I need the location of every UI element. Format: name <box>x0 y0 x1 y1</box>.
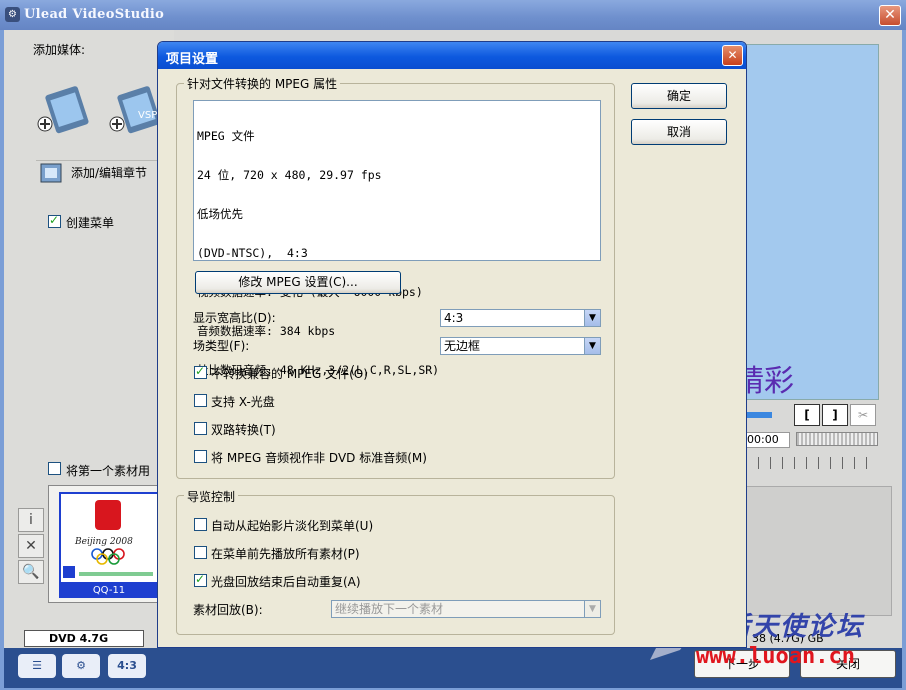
preview-screen <box>746 44 879 400</box>
property-line: 低场优先 <box>197 207 243 221</box>
first-clip-checkbox[interactable] <box>48 462 61 475</box>
aspect-ratio-value: 4:3 <box>444 311 464 325</box>
aspect-icon[interactable]: 4:3 <box>108 654 146 678</box>
beijing-text: Beijing 2008 <box>74 537 133 547</box>
two-pass-label: 双路转换(T) <box>211 423 276 437</box>
create-menu-checkbox[interactable] <box>48 213 61 228</box>
xdisc-checkbox[interactable] <box>194 394 207 407</box>
add-media-label: 添加媒体: <box>33 43 86 57</box>
add-vsp-icon[interactable]: VSP <box>108 84 164 138</box>
dialog-title: 项目设置 <box>166 52 219 67</box>
play-all-first-checkbox[interactable] <box>194 546 207 559</box>
property-line: (DVD-NTSC), 4:3 <box>197 246 308 260</box>
disk-type-select[interactable]: DVD 4.7G <box>24 630 144 647</box>
chevron-down-icon[interactable]: ▼ <box>584 338 600 354</box>
no-convert-checkbox[interactable] <box>194 364 207 379</box>
auto-repeat-checkbox[interactable] <box>194 572 207 587</box>
field-type-label: 场类型(F): <box>193 339 250 353</box>
property-line: MPEG 文件 <box>197 129 255 143</box>
clip-playback-label: 素材回放(B): <box>193 603 263 617</box>
modify-mpeg-button[interactable]: 修改 MPEG 设置(C)... <box>195 271 401 294</box>
app-title: Ulead VideoStudio <box>24 7 165 22</box>
app-logo-icon: ⚙ <box>5 7 20 22</box>
nav-group-label: 导览控制 <box>184 488 239 505</box>
clip-caption: QQ-11 <box>59 584 159 598</box>
timeline-scale[interactable] <box>746 457 878 469</box>
property-line: 24 位, 720 x 480, 29.97 fps <box>197 168 382 182</box>
auto-repeat-label: 光盘回放结束后自动重复(A) <box>211 575 361 589</box>
app-close-button[interactable]: ✕ <box>879 5 901 26</box>
chapter-icon[interactable] <box>37 160 67 186</box>
chevron-down-icon[interactable]: ▼ <box>584 310 600 326</box>
shuttle-slider[interactable] <box>796 432 878 446</box>
play-all-first-label: 在菜单前先播放所有素材(P) <box>211 547 360 561</box>
create-menu-label: 创建菜单 <box>66 216 115 230</box>
clip-thumbnail[interactable]: Beijing 2008 <box>59 492 159 584</box>
timecode-field[interactable]: 00:00 <box>746 432 790 448</box>
cancel-button[interactable]: 取消 <box>631 119 727 145</box>
mpeg-properties-box: MPEG 文件 24 位, 720 x 480, 29.97 fps 低场优先 … <box>193 100 601 377</box>
field-type-select[interactable]: 无边框 ▼ <box>440 337 601 355</box>
non-dvd-audio-label: 将 MPEG 音频视作非 DVD 标准音频(M) <box>211 451 427 465</box>
add-video-icon[interactable] <box>36 84 92 138</box>
scissors-icon[interactable]: ✂ <box>850 404 876 426</box>
chevron-down-icon[interactable]: ▼ <box>584 601 600 617</box>
dialog-title-bar <box>158 42 746 69</box>
vsp-badge: VSP <box>138 110 157 121</box>
info-button[interactable]: i <box>18 508 44 532</box>
two-pass-checkbox[interactable] <box>194 422 207 435</box>
progress-bar <box>746 412 772 418</box>
non-dvd-audio-checkbox[interactable] <box>194 450 207 463</box>
dialog-close-button[interactable]: ✕ <box>722 45 743 66</box>
aspect-ratio-label: 显示宽高比(D): <box>193 311 276 325</box>
settings-icon[interactable]: ⚙ <box>62 654 100 678</box>
clip-playback-select[interactable]: 继续播放下一个素材 ▼ <box>331 600 601 618</box>
delete-button[interactable]: ✕ <box>18 534 44 558</box>
fade-to-menu-checkbox[interactable] <box>194 518 207 531</box>
mark-out-button[interactable]: ] <box>822 404 848 426</box>
aspect-ratio-select[interactable]: 4:3 ▼ <box>440 309 601 327</box>
ok-button[interactable]: 确定 <box>631 83 727 109</box>
field-type-value: 无边框 <box>444 339 481 353</box>
add-edit-chapter-button[interactable]: 添加/编辑章节 <box>71 164 147 181</box>
olympics-emblem-icon: Beijing 2008 <box>63 500 153 578</box>
xdisc-label: 支持 X-光盘 <box>211 395 275 409</box>
first-clip-label: 将第一个素材用 <box>66 464 151 478</box>
mark-in-button[interactable]: [ <box>794 404 820 426</box>
no-convert-label: 不转换兼容的 MPEG 文件(O) <box>211 367 368 381</box>
list-icon[interactable]: ☰ <box>18 654 56 678</box>
clip-playback-value: 继续播放下一个素材 <box>335 602 444 616</box>
zoom-button[interactable]: 🔍 <box>18 560 44 584</box>
mpeg-group-label: 针对文件转换的 MPEG 属性 <box>184 75 341 92</box>
fade-to-menu-label: 自动从起始影片淡化到菜单(U) <box>211 519 374 533</box>
